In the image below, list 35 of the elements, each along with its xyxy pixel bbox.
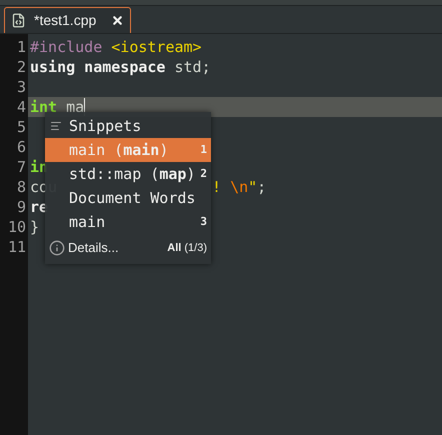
code-token: <iostream> bbox=[111, 37, 202, 57]
scope-label[interactable]: All (1/3) bbox=[167, 240, 207, 256]
line-number: 6 bbox=[16, 137, 27, 157]
code-token: ma bbox=[66, 97, 84, 117]
info-icon bbox=[49, 240, 65, 256]
file-icon bbox=[11, 13, 26, 28]
code-token: ; bbox=[257, 177, 266, 197]
section-title: Snippets bbox=[69, 116, 142, 137]
line-number: 7 bbox=[16, 157, 27, 177]
file-tab[interactable]: *test1.cpp bbox=[4, 7, 131, 33]
line-number: 3 bbox=[16, 77, 27, 97]
code-token: } bbox=[30, 217, 40, 237]
code-token: " bbox=[248, 177, 258, 197]
line-number: 11 bbox=[6, 237, 27, 257]
list-icon bbox=[50, 120, 62, 132]
close-icon[interactable] bbox=[111, 14, 124, 27]
line-number: 4 bbox=[16, 97, 27, 117]
line-number: 5 bbox=[16, 117, 27, 137]
item-shortcut: 2 bbox=[200, 166, 207, 182]
code-token: std; bbox=[174, 57, 211, 77]
line-number: 8 bbox=[16, 177, 27, 197]
tab-title: *test1.cpp bbox=[34, 11, 98, 30]
line-number: 2 bbox=[16, 57, 27, 77]
item-shortcut: 1 bbox=[200, 142, 207, 158]
code-token: \n bbox=[230, 177, 248, 197]
item-shortcut: 3 bbox=[200, 214, 207, 230]
line-number: 10 bbox=[6, 217, 27, 237]
code-token: #include bbox=[30, 37, 104, 57]
line-number: 9 bbox=[16, 197, 27, 217]
section-title: Document Words bbox=[69, 188, 196, 209]
code-token: ! bbox=[212, 177, 222, 197]
code-token: using namespace bbox=[30, 57, 166, 77]
details-link[interactable]: Details... bbox=[68, 238, 168, 258]
code-token: int bbox=[30, 97, 58, 117]
line-number: 1 bbox=[16, 37, 27, 57]
